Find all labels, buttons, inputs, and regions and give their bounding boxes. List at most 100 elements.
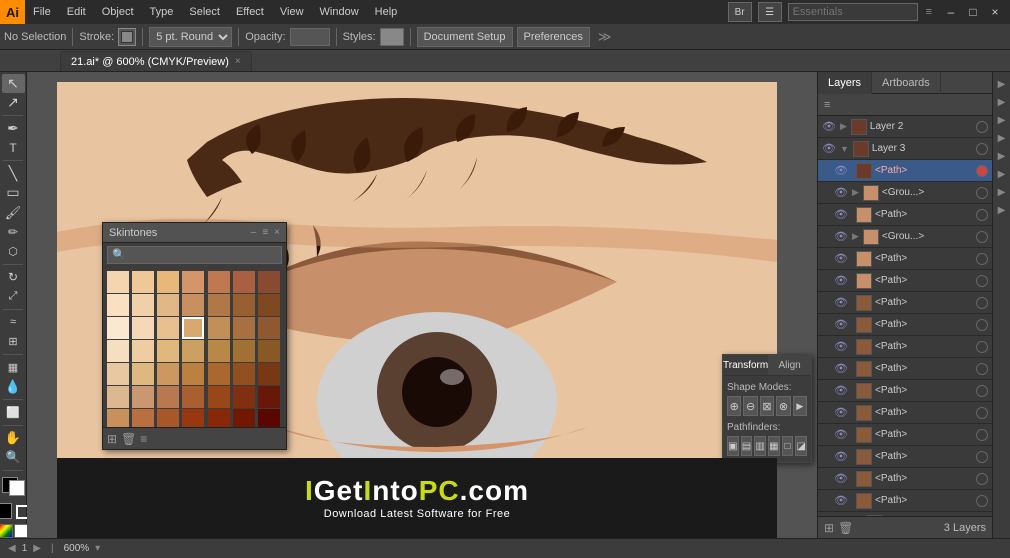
color-cell-3[interactable]: [182, 271, 204, 293]
close-button[interactable]: ×: [984, 0, 1006, 24]
layer-target-circle[interactable]: [976, 319, 988, 331]
layer-item[interactable]: 👁<Path>: [818, 402, 992, 424]
layer-item[interactable]: 👁<Path>: [818, 380, 992, 402]
color-cell-0[interactable]: [107, 271, 129, 293]
color-cell-35[interactable]: [107, 386, 129, 408]
layer-item[interactable]: 👁<Path>: [818, 204, 992, 226]
minus-front-button[interactable]: ⊖: [743, 396, 757, 416]
line-tool[interactable]: ╲: [2, 164, 25, 183]
eyedropper-tool[interactable]: 💧: [2, 378, 25, 397]
color-cell-37[interactable]: [157, 386, 179, 408]
layer-expand-arrow[interactable]: ▼: [840, 144, 849, 154]
skintones-close-button[interactable]: ×: [274, 227, 280, 238]
delete-layer-button[interactable]: 🗑: [838, 521, 853, 535]
color-cell-23[interactable]: [157, 340, 179, 362]
panel-toggle-2[interactable]: ▶: [994, 94, 1010, 110]
brush-size-select[interactable]: 5 pt. Round: [149, 27, 232, 47]
trim-button[interactable]: ▤: [741, 436, 753, 456]
layer-visibility-toggle[interactable]: 👁: [834, 186, 848, 200]
panel-toggle-3[interactable]: ▶: [994, 112, 1010, 128]
layer-target-circle[interactable]: [976, 495, 988, 507]
layer-item[interactable]: 👁<Path>: [818, 292, 992, 314]
menu-view[interactable]: View: [272, 0, 312, 24]
layer-visibility-toggle[interactable]: 👁: [834, 406, 848, 420]
color-cell-30[interactable]: [157, 363, 179, 385]
bridge-button[interactable]: Br: [728, 2, 752, 22]
layer-item[interactable]: 👁<Path>: [818, 248, 992, 270]
layer-visibility-toggle[interactable]: 👁: [834, 252, 848, 266]
color-cell-14[interactable]: [107, 317, 129, 339]
layer-visibility-toggle[interactable]: 👁: [834, 384, 848, 398]
color-cell-46[interactable]: [208, 409, 230, 427]
canvas-area[interactable]: Skintones – ≡ × ⊞ 🗑 ≡ Transform Align: [27, 72, 817, 538]
color-cell-9[interactable]: [157, 294, 179, 316]
color-cell-8[interactable]: [132, 294, 154, 316]
unite-button[interactable]: ⊕: [727, 396, 741, 416]
color-cell-21[interactable]: [107, 340, 129, 362]
layer-target-circle[interactable]: [976, 341, 988, 353]
artboards-tab[interactable]: Artboards: [872, 72, 941, 94]
menu-effect[interactable]: Effect: [228, 0, 272, 24]
color-mode-btn[interactable]: [0, 524, 13, 538]
layer-target-circle[interactable]: [976, 363, 988, 375]
maximize-button[interactable]: □: [962, 0, 984, 24]
panel-toggle-7[interactable]: ▶: [994, 184, 1010, 200]
rectangle-tool[interactable]: ▭: [2, 184, 25, 203]
color-cell-26[interactable]: [233, 340, 255, 362]
layer-item[interactable]: 👁▼Layer 3: [818, 138, 992, 160]
expand-icon[interactable]: ≡: [926, 6, 932, 18]
minus-back-button[interactable]: ◪: [795, 436, 807, 456]
color-cell-12[interactable]: [233, 294, 255, 316]
layer-target-circle[interactable]: [976, 297, 988, 309]
layer-item[interactable]: 👁<Path>: [818, 490, 992, 512]
layer-target-circle[interactable]: [976, 209, 988, 221]
device-button[interactable]: ☰: [758, 2, 782, 22]
scale-tool[interactable]: ⤢: [2, 288, 25, 307]
layer-visibility-toggle[interactable]: 👁: [834, 164, 848, 178]
menu-edit[interactable]: Edit: [59, 0, 94, 24]
styles-swatch[interactable]: [380, 28, 404, 46]
next-artboard-button[interactable]: ▶: [33, 543, 41, 554]
color-cell-31[interactable]: [182, 363, 204, 385]
layer-visibility-toggle[interactable]: 👁: [834, 494, 848, 508]
color-cell-45[interactable]: [182, 409, 204, 427]
color-cell-38[interactable]: [182, 386, 204, 408]
direct-selection-tool[interactable]: ↗: [2, 94, 25, 113]
layer-visibility-toggle[interactable]: 👁: [834, 274, 848, 288]
tab-close-button[interactable]: ×: [235, 56, 241, 67]
layer-target-circle[interactable]: [976, 385, 988, 397]
skintones-trash-button[interactable]: 🗑: [121, 432, 136, 446]
panel-toggle-5[interactable]: ▶: [994, 148, 1010, 164]
eraser-tool[interactable]: ⬡: [2, 243, 25, 262]
artboard-tool[interactable]: ⬜: [2, 403, 25, 422]
menu-file[interactable]: File: [25, 0, 59, 24]
color-cell-29[interactable]: [132, 363, 154, 385]
color-cell-4[interactable]: [208, 271, 230, 293]
panel-toggle-8[interactable]: ▶: [994, 202, 1010, 218]
color-cell-15[interactable]: [132, 317, 154, 339]
paintbrush-tool[interactable]: 🖌: [2, 203, 25, 222]
fill-box[interactable]: [0, 503, 12, 519]
color-cell-16[interactable]: [157, 317, 179, 339]
layers-menu-button[interactable]: ≡: [824, 99, 830, 111]
pencil-tool[interactable]: ✏: [2, 223, 25, 242]
layer-item[interactable]: 👁▶<Grou...>: [818, 182, 992, 204]
minimize-button[interactable]: –: [940, 0, 962, 24]
layer-item[interactable]: 👁▶Layer 2: [818, 116, 992, 138]
layer-target-circle[interactable]: [976, 275, 988, 287]
color-cell-39[interactable]: [208, 386, 230, 408]
color-cell-11[interactable]: [208, 294, 230, 316]
prev-artboard-button[interactable]: ◀: [8, 543, 16, 554]
document-tab[interactable]: 21.ai* @ 600% (CMYK/Preview) ×: [60, 51, 252, 71]
color-cell-7[interactable]: [107, 294, 129, 316]
color-cell-5[interactable]: [233, 271, 255, 293]
panel-toggle-6[interactable]: ▶: [994, 166, 1010, 182]
intersect-button[interactable]: ⊠: [760, 396, 774, 416]
color-cell-48[interactable]: [258, 409, 280, 427]
preferences-button[interactable]: Preferences: [517, 27, 590, 47]
options-more-icon[interactable]: ≫: [598, 29, 612, 45]
layer-target-circle[interactable]: [976, 143, 988, 155]
color-cell-17[interactable]: [182, 317, 204, 339]
layer-target-circle[interactable]: [976, 253, 988, 265]
layer-expand-arrow[interactable]: ▶: [852, 187, 859, 198]
